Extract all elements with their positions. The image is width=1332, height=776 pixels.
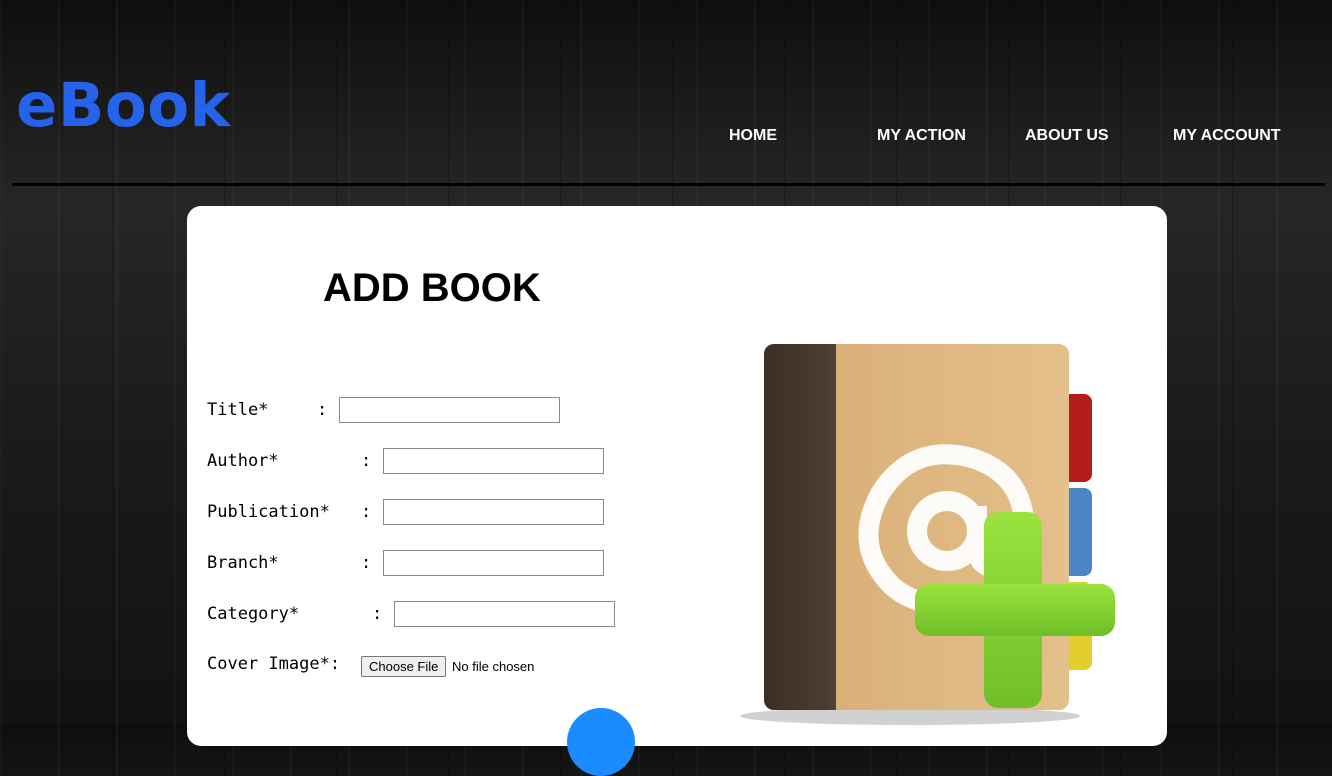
author-colon: :: [361, 451, 372, 471]
publication-label: Publication*: [207, 502, 330, 522]
add-book-panel: ADD BOOK Title* : Author* : Publication*…: [187, 206, 1167, 776]
choose-file-button[interactable]: Choose File: [361, 656, 447, 677]
nav-my-account[interactable]: MY ACCOUNT: [1173, 127, 1281, 145]
file-status: No file chosen: [452, 659, 535, 674]
author-input[interactable]: [383, 448, 604, 474]
category-input[interactable]: [394, 601, 615, 627]
nav-about-us[interactable]: ABOUT US: [1025, 127, 1109, 145]
branch-label: Branch*: [207, 553, 279, 573]
author-label: Author*: [207, 451, 279, 471]
title-colon: :: [317, 400, 328, 420]
header-divider: [12, 183, 1325, 186]
title-input[interactable]: [339, 397, 560, 423]
address-book-add-icon: [740, 344, 1115, 725]
nav-home[interactable]: HOME: [729, 127, 777, 145]
branch-input[interactable]: [383, 550, 604, 576]
cover-image-label: Cover Image*:: [207, 654, 341, 674]
page-title: ADD BOOK: [323, 266, 541, 310]
publication-colon: :: [361, 502, 372, 522]
nav-my-action[interactable]: MY ACTION: [877, 127, 966, 145]
main-nav: HOME MY ACTION ABOUT US MY ACCOUNT: [0, 127, 1332, 149]
title-label: Title*: [207, 400, 269, 420]
submit-button[interactable]: [567, 708, 635, 776]
publication-input[interactable]: [383, 499, 604, 525]
branch-colon: :: [361, 553, 372, 573]
category-colon: :: [372, 604, 383, 624]
book-spine: [764, 344, 836, 710]
category-label: Category*: [207, 604, 300, 624]
